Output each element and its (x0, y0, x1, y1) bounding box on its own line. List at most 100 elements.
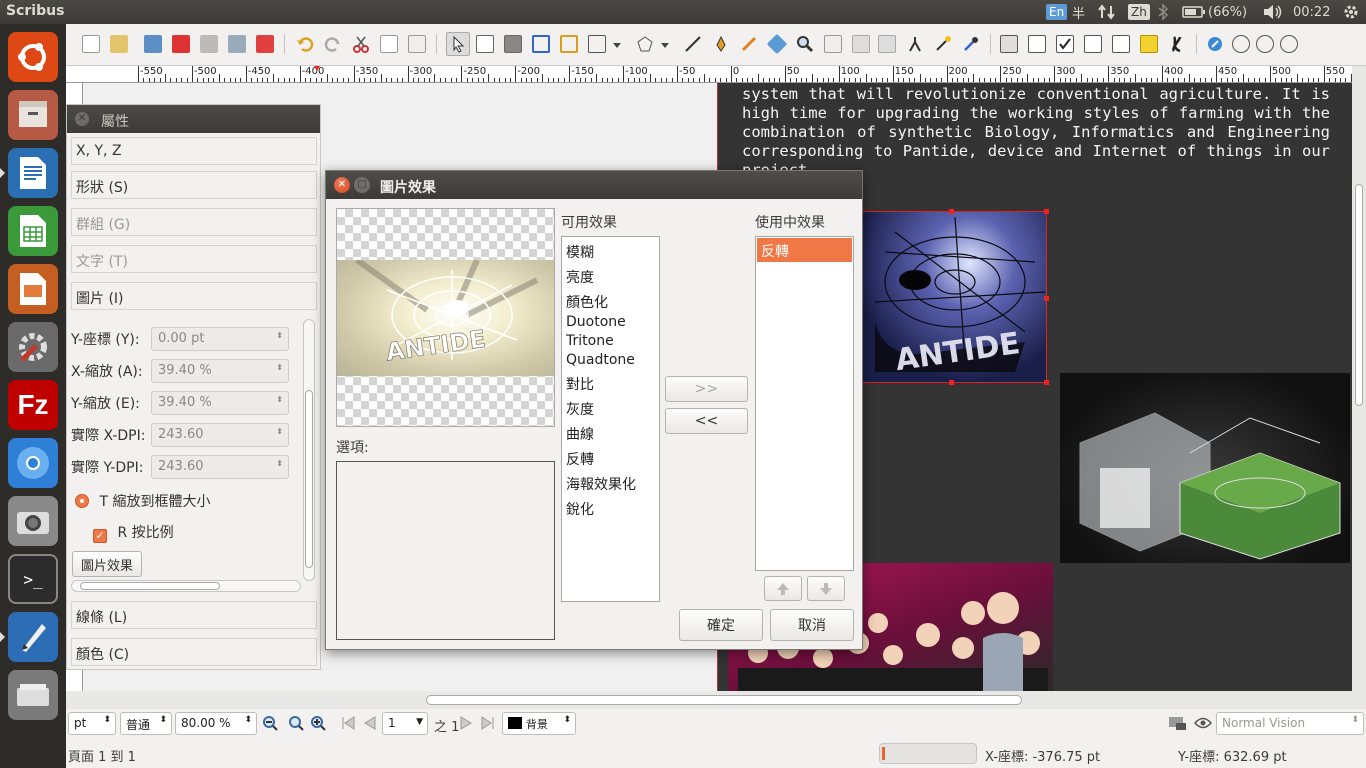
pdf-link-icon[interactable] (1168, 35, 1186, 53)
text-frame[interactable]: system that will revolutionize conventio… (742, 85, 1330, 180)
vision-select[interactable]: Normal Vision ⬍ (1216, 712, 1364, 735)
layer-select[interactable]: 背景 ⬍ (502, 712, 576, 735)
image-section-hscrollbar[interactable] (71, 580, 301, 592)
effect-item[interactable]: Tritone (566, 333, 614, 349)
image-section-scrollbar[interactable] (303, 319, 315, 581)
render-frame-icon[interactable] (532, 35, 550, 53)
volume-icon[interactable] (1262, 3, 1282, 21)
vertical-scroll-thumb[interactable] (1355, 184, 1363, 406)
effect-item[interactable]: 模糊 (566, 242, 594, 262)
image-frame-icon[interactable] (504, 35, 522, 53)
minimize-window-icon[interactable] (1232, 35, 1250, 53)
available-effects-list[interactable]: 模糊 亮度 顏色化 Duotone Tritone Quadtone 對比 灰度… (561, 236, 660, 602)
properties-titlebar[interactable]: ✕ 屬性 (67, 105, 320, 133)
system-gear-icon[interactable] (1342, 3, 1360, 21)
move-up-button[interactable] (764, 576, 802, 601)
bluetooth-icon[interactable] (1158, 3, 1168, 21)
remove-effect-button[interactable]: << (665, 408, 748, 434)
writer-icon[interactable] (0, 148, 58, 198)
x-scale-input[interactable]: 39.40 % ⬍ (151, 359, 289, 383)
freehand-icon[interactable] (740, 35, 758, 53)
in-use-effects-list[interactable]: 反轉 (755, 236, 854, 571)
effect-item[interactable]: 顏色化 (566, 292, 608, 312)
chromium-icon[interactable] (8, 438, 58, 488)
pdf-button-icon[interactable] (1000, 35, 1018, 53)
selected-effect-item[interactable]: 反轉 (757, 238, 852, 262)
properties-close-icon[interactable]: ✕ (75, 112, 89, 126)
image-section-hscroll-thumb[interactable] (80, 582, 220, 590)
open-folder-icon[interactable] (110, 35, 128, 53)
zoom-icon[interactable] (796, 35, 814, 53)
horizontal-scrollbar[interactable] (66, 691, 1366, 709)
preflight-icon[interactable] (228, 35, 246, 53)
camera-icon[interactable] (8, 496, 58, 546)
vertical-scrollbar[interactable] (1352, 66, 1366, 691)
copy-properties-icon[interactable] (934, 35, 952, 53)
section-image[interactable]: 圖片 (I) (71, 282, 317, 310)
zoom-field[interactable]: 80.00 % ⬍ (175, 712, 257, 735)
image-effects-button[interactable]: 圖片效果 (72, 551, 142, 577)
effect-item[interactable]: 灰度 (566, 399, 594, 419)
eye-icon[interactable] (1193, 715, 1213, 735)
render-mode-select[interactable]: 普通 ⬍ (120, 712, 172, 735)
new-document-icon[interactable] (82, 35, 100, 53)
effect-item[interactable]: 對比 (566, 374, 594, 394)
redo-icon[interactable] (324, 35, 342, 53)
horizontal-scroll-thumb[interactable] (426, 695, 1022, 705)
rotate-item-icon[interactable] (766, 33, 788, 55)
edit-text-icon[interactable] (824, 35, 842, 53)
restore-window-icon[interactable] (1256, 35, 1274, 53)
keyboard-en-indicator[interactable]: En (1046, 4, 1068, 20)
dialog-titlebar[interactable]: ✕ □ 圖片效果 (326, 171, 862, 199)
zoom-100-icon[interactable] (288, 715, 306, 737)
impress-icon[interactable] (8, 264, 58, 314)
cut-icon[interactable] (352, 35, 370, 53)
radio-selected-icon[interactable] (75, 494, 89, 508)
y-position-input[interactable]: 0.00 pt ⬍ (151, 327, 289, 351)
clock[interactable]: 00:22 (1293, 3, 1330, 21)
ubuntu-dash-icon[interactable] (8, 32, 58, 82)
previous-page-icon[interactable] (362, 715, 378, 735)
table-icon[interactable] (560, 35, 578, 53)
tray-kbd-en[interactable]: En (1046, 3, 1068, 21)
y-scale-input[interactable]: 39.40 % ⬍ (151, 391, 289, 415)
effect-item[interactable]: Quadtone (566, 352, 635, 368)
settings-icon[interactable] (8, 322, 58, 372)
cancel-button[interactable]: 取消 (770, 609, 854, 641)
scale-to-frame-option[interactable]: T 縮放到框體大小 (75, 491, 210, 515)
pdf-export-icon[interactable] (256, 35, 274, 53)
pdf-textfield-icon[interactable] (1028, 35, 1046, 53)
link-frames-icon[interactable] (852, 35, 870, 53)
battery-indicator[interactable]: (66%) (1182, 3, 1247, 21)
page-select[interactable]: 1 ▼ (382, 712, 428, 735)
shape-dropdown-icon[interactable] (612, 35, 622, 53)
section-line[interactable]: 線條 (L) (71, 601, 317, 629)
pdf-listbox-icon[interactable] (1112, 35, 1130, 53)
last-page-icon[interactable] (480, 715, 496, 735)
copy-icon[interactable] (380, 35, 398, 53)
first-page-icon[interactable] (340, 715, 356, 735)
effect-item[interactable]: 反轉 (566, 449, 594, 469)
move-down-button[interactable] (807, 576, 845, 601)
unit-select[interactable]: pt ⬍ (68, 712, 116, 735)
scanner-icon[interactable] (8, 670, 58, 720)
ok-button[interactable]: 確定 (679, 609, 763, 641)
pantide-image-frame[interactable]: ANTIDE (852, 209, 1049, 385)
section-color[interactable]: 顏色 (C) (71, 638, 317, 666)
shape-icon[interactable] (588, 35, 606, 53)
tray-kbd-half[interactable]: 半 (1072, 3, 1085, 22)
horizontal-ruler[interactable]: -550 -500 -450 -400 -350 -300 -250 -200 -150 -100… (66, 66, 1356, 83)
polygon-dropdown-icon[interactable] (660, 35, 670, 53)
text-frame-icon[interactable] (476, 35, 494, 53)
polygon-icon[interactable] (636, 35, 654, 53)
preview-mode-icon[interactable] (1168, 715, 1188, 735)
close-document-icon[interactable] (172, 35, 190, 53)
effect-item[interactable]: Duotone (566, 314, 626, 330)
dialog-close-icon[interactable]: ✕ (334, 177, 350, 193)
network-icon[interactable] (1098, 3, 1116, 21)
section-xyz[interactable]: X, Y, Z (71, 137, 317, 165)
keyboard-zh-indicator[interactable]: Zh (1128, 4, 1150, 20)
line-icon[interactable] (684, 35, 702, 53)
calc-icon[interactable] (8, 206, 58, 256)
help-icon[interactable] (1206, 35, 1224, 53)
